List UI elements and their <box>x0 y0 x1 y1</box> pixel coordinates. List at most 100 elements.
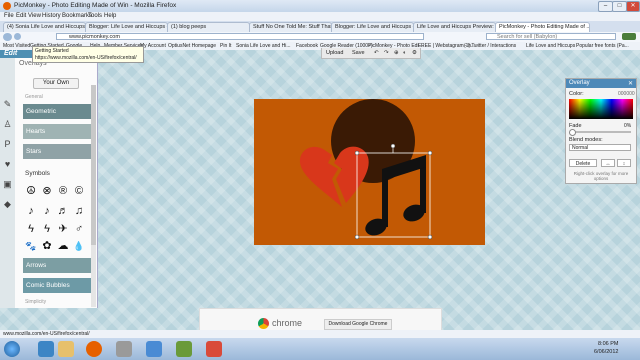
your-own-button[interactable]: Your Own <box>33 78 79 89</box>
fade-slider-thumb[interactable] <box>569 129 576 136</box>
textures-icon[interactable]: ◆ <box>3 200 12 209</box>
resize-handle[interactable] <box>354 150 360 156</box>
editor-logo[interactable]: Edit <box>4 50 17 57</box>
undo-icon[interactable]: ↶ <box>374 50 379 56</box>
ie-icon[interactable] <box>38 341 54 357</box>
text-icon[interactable]: P <box>3 140 12 149</box>
zoom-icon[interactable]: ⊕ <box>394 50 399 56</box>
status-bar: www.mozilla.com/en-US/firefox/central/ <box>0 330 640 338</box>
rotate-handle[interactable] <box>390 143 396 149</box>
menu-edit[interactable]: Edit <box>16 13 26 19</box>
copyright-icon[interactable]: © <box>73 185 85 197</box>
redo-icon[interactable]: ↷ <box>384 50 389 56</box>
lightning-icon[interactable]: ϟ <box>41 223 53 235</box>
menu-view[interactable]: View <box>28 13 41 19</box>
touchup-icon[interactable]: ♙ <box>3 120 12 129</box>
firefox-icon[interactable] <box>86 341 102 357</box>
tooltip-title: Getting Started <box>35 48 69 54</box>
bookmark-item[interactable]: Life Love and Hiccups <box>526 43 575 49</box>
flip-horizontal-icon[interactable]: ↔ <box>601 159 615 167</box>
home-icon[interactable] <box>622 33 636 40</box>
drop-icon[interactable]: 💧 <box>73 240 85 252</box>
chrome-icon <box>258 318 269 329</box>
fade-value: 0% <box>624 123 632 129</box>
color-label: Color: <box>569 91 584 97</box>
category-arrows[interactable]: Arrows <box>23 258 93 273</box>
bookmark-item[interactable]: Sonia Life Love and Hi... <box>236 43 290 49</box>
folder-icon[interactable] <box>58 341 74 357</box>
color-picker[interactable] <box>569 99 633 119</box>
bookmark-item[interactable]: Most Visited <box>3 43 30 49</box>
peace-icon[interactable]: ☮ <box>25 185 37 197</box>
blend-label: Blend modes: <box>569 137 603 143</box>
close-button[interactable]: ✕ <box>626 1 640 12</box>
overlay-properties-panel: Overlay ✕ Color: 000000 Fade 0% Blend mo… <box>565 78 637 184</box>
forward-icon[interactable] <box>14 33 21 40</box>
cloud-icon[interactable]: ☁ <box>57 240 69 252</box>
upload-button[interactable]: Upload <box>326 50 343 56</box>
beamed-notes-icon[interactable]: ♬ <box>57 205 69 217</box>
app-icon[interactable] <box>206 341 222 357</box>
canvas-artwork <box>299 99 433 240</box>
menu-bar: File Edit View History Bookmarks Tools H… <box>0 12 640 21</box>
menu-help[interactable]: Help <box>104 13 116 19</box>
photo-canvas[interactable] <box>254 99 485 245</box>
overlays-icon[interactable]: ♥ <box>3 160 12 169</box>
search-input[interactable]: Search for sell (Babylon) <box>486 33 616 40</box>
url-input[interactable]: www.picmonkey.com <box>56 33 424 40</box>
panel-scroll-thumb[interactable] <box>91 85 96 245</box>
menu-history[interactable]: History <box>42 13 61 19</box>
menu-tools[interactable]: Tools <box>88 13 102 19</box>
resize-handle[interactable] <box>427 234 433 240</box>
bookmark-item[interactable]: OptiusNet Homepage <box>168 43 216 49</box>
resize-handle[interactable] <box>427 150 433 156</box>
resize-handle[interactable] <box>354 234 360 240</box>
lightning-icon[interactable]: ϟ <box>25 223 37 235</box>
menu-file[interactable]: File <box>4 13 14 19</box>
category-geometric[interactable]: Geometric <box>23 104 93 119</box>
effects-icon[interactable]: ✎ <box>3 100 12 109</box>
registered-icon[interactable]: ® <box>57 185 69 197</box>
male-icon[interactable]: ♂ <box>73 223 85 235</box>
overlay-heart-right[interactable] <box>334 146 369 203</box>
fade-slider[interactable] <box>571 131 631 133</box>
word-icon[interactable] <box>146 341 162 357</box>
quarter-note-icon[interactable]: ♪ <box>41 205 53 217</box>
no-sign-icon[interactable]: ⊗ <box>41 185 53 197</box>
back-icon[interactable] <box>3 33 12 41</box>
paw-icon[interactable]: 🐾 <box>25 240 37 252</box>
frames-icon[interactable]: ▣ <box>3 180 12 189</box>
blend-select[interactable]: Normal <box>569 144 631 151</box>
plane-icon[interactable]: ✈ <box>57 223 69 235</box>
save-button[interactable]: Save <box>352 50 365 56</box>
bookmark-item[interactable]: Popular free fonts (Pa... <box>576 43 629 49</box>
clock-date: 6/06/2012 <box>594 349 619 355</box>
section-label: General <box>25 94 43 100</box>
delete-button[interactable]: Delete <box>569 159 597 167</box>
flower-icon[interactable]: ✿ <box>41 240 53 252</box>
download-chrome-button[interactable]: Download Google Chrome <box>324 319 392 330</box>
bookmark-item[interactable]: Facebook <box>296 43 318 49</box>
minimize-button[interactable]: – <box>598 1 613 12</box>
maximize-button[interactable]: □ <box>612 1 627 12</box>
bookmark-item[interactable]: Pin It <box>220 43 231 49</box>
double-note-icon[interactable]: ♫ <box>73 205 85 217</box>
settings-icon[interactable]: ⚙ <box>412 50 417 56</box>
media-icon[interactable] <box>116 341 132 357</box>
window-titlebar: PicMonkey - Photo Editing Made of Win - … <box>0 0 640 12</box>
category-hearts[interactable]: Hearts <box>23 124 93 139</box>
start-button-icon[interactable] <box>4 341 20 357</box>
status-url: www.mozilla.com/en-US/firefox/central/ <box>3 331 90 337</box>
photo-icon[interactable] <box>176 341 192 357</box>
window-title: PicMonkey - Photo Editing Made of Win - … <box>14 2 177 9</box>
eighth-note-icon[interactable]: ♪ <box>25 205 37 217</box>
category-stars[interactable]: Stars <box>23 144 93 159</box>
bookmark-item[interactable]: (1) Twitter / Interactions <box>464 43 516 49</box>
flip-vertical-icon[interactable]: ↕ <box>617 159 631 167</box>
tooltip: Getting Started https://www.mozilla.com/… <box>32 46 144 63</box>
rotate-icon[interactable]: ◐ <box>403 50 406 56</box>
close-icon[interactable]: ✕ <box>628 80 633 87</box>
overlay-hint: Right-click overlay for more options <box>573 171 629 181</box>
ad-brand: chrome <box>272 318 303 328</box>
category-comic-bubbles[interactable]: Comic Bubbles <box>23 278 93 293</box>
